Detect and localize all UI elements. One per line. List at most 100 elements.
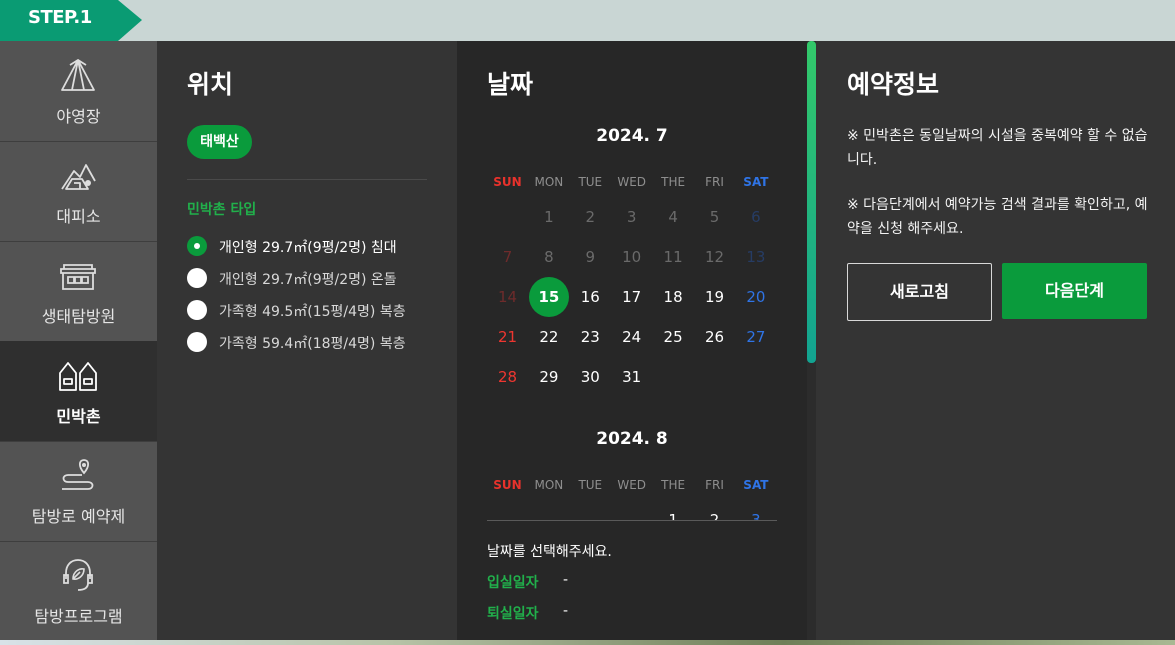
houses-icon: [59, 362, 97, 391]
info-note-2: ※ 다음단계에서 예약가능 검색 결과를 확인하고, 예약을 신청 해주세요.: [847, 197, 1148, 237]
calendar-day[interactable]: 25: [653, 317, 694, 357]
calendar-day[interactable]: 22: [528, 317, 569, 357]
calendar-day: 8: [544, 248, 554, 266]
room-type-label: 개인형 29.7㎡(9평/2명) 침대: [219, 240, 397, 256]
calendar-day[interactable]: 2: [694, 500, 735, 520]
calendar-divider: [487, 520, 777, 521]
mountain-shelter-icon: [61, 164, 96, 190]
next-step-button[interactable]: 다음단계: [1002, 263, 1147, 319]
type-label: 민박촌 타입: [187, 202, 257, 218]
calendar-august-clip: 123: [487, 500, 777, 520]
calendar-day[interactable]: 24: [611, 317, 652, 357]
sidebar-item-shelter[interactable]: 대피소: [0, 141, 157, 242]
checkin-value: -: [563, 572, 569, 588]
radio-button[interactable]: [187, 236, 207, 256]
month-title: 2024. 7: [596, 126, 668, 146]
sidebar-item-campsite[interactable]: 야영장: [0, 41, 157, 142]
scrollbar-thumb[interactable]: [807, 41, 816, 363]
building-icon: [60, 264, 96, 290]
sidebar-item-label: 탐방로 예약제: [31, 507, 126, 526]
calendar-day: 1: [544, 208, 554, 226]
date-select-message: 날짜를 선택해주세요.: [487, 544, 612, 560]
step-label: STEP.1: [28, 7, 92, 28]
weekday-wed: WED: [617, 175, 647, 189]
weekday-tue: TUE: [578, 175, 603, 189]
calendar-day[interactable]: 21: [487, 317, 528, 357]
calendar-day: 11: [663, 248, 683, 266]
info-title: 예약정보: [847, 70, 940, 99]
calendar-day[interactable]: 28: [487, 357, 528, 397]
calendar-day[interactable]: 3: [735, 500, 776, 520]
calendar-day: 6: [751, 208, 761, 226]
radio-button[interactable]: [187, 332, 207, 352]
weekday-mon: MON: [534, 478, 564, 492]
calendar-day[interactable]: 18: [653, 277, 694, 317]
calendar-day[interactable]: 27: [735, 317, 776, 357]
weekday-fri: FRI: [705, 175, 724, 189]
refresh-button[interactable]: 새로고침: [847, 263, 992, 321]
sidebar-item-label: 생태탐방원: [41, 307, 116, 326]
calendar-day[interactable]: 26: [694, 317, 735, 357]
calendar-day[interactable]: 20: [735, 277, 776, 317]
calendar-day: 4: [668, 208, 678, 226]
calendar-day[interactable]: 1: [653, 500, 694, 520]
calendar-day: 3: [626, 208, 637, 226]
month-title: 2024. 8: [596, 429, 668, 449]
calendar-day: 12: [704, 248, 725, 266]
divider: [187, 179, 427, 180]
date-title: 날짜: [487, 70, 534, 99]
background-strip: [0, 640, 1175, 645]
weekday-sat: SAT: [743, 175, 769, 189]
step-indicator: STEP.1: [0, 0, 142, 41]
info-note-1: ※ 민박촌은 동일날짜의 시설을 중복예약 할 수 없습니다.: [847, 128, 1148, 168]
sidebar-item-label: 야영장: [56, 107, 101, 126]
weekday-wed: WED: [617, 478, 647, 492]
sidebar-item-program[interactable]: 탐방프로그램: [0, 541, 157, 642]
weekday-fri: FRI: [705, 478, 724, 492]
calendar-day: 2: [585, 208, 596, 226]
weekday-sun: SUN: [493, 175, 522, 189]
weekday-the: THE: [661, 478, 686, 492]
sidebar-item-label: 민박촌: [56, 407, 101, 426]
radio-button[interactable]: [187, 300, 207, 320]
weekday-sat: SAT: [743, 478, 769, 492]
calendar-day[interactable]: 17: [611, 277, 652, 317]
calendar-day: 9: [585, 248, 596, 266]
room-type-label: 가족형 59.4㎡(18평/4명) 복층: [219, 336, 406, 352]
sidebar-item-minbakchon[interactable]: 민박촌: [0, 341, 157, 442]
sidebar-item-eco-center[interactable]: 생태탐방원: [0, 241, 157, 342]
calendar-day-today[interactable]: 15: [528, 277, 569, 317]
checkout-label: 퇴실일자: [487, 606, 539, 622]
guide-headset-icon: [63, 559, 93, 591]
calendar-day[interactable]: 23: [570, 317, 611, 357]
calendar-day[interactable]: 16: [570, 277, 611, 317]
category-sidebar: 야영장 대피소 생태탐방원 민박촌 탐방로 예약제 탐방프로그램: [0, 41, 157, 642]
room-type-label: 개인형 29.7㎡(9평/2명) 온돌: [219, 272, 397, 288]
tent-icon: [61, 59, 95, 91]
trail-pin-icon: [62, 459, 94, 490]
sidebar-item-label: 탐방프로그램: [34, 607, 123, 626]
calendar-day[interactable]: 29: [528, 357, 569, 397]
weekday-sun: SUN: [493, 478, 522, 492]
calendar-day: 13: [746, 248, 766, 266]
park-pill[interactable]: 태백산: [187, 125, 252, 159]
checkout-value: -: [563, 603, 569, 619]
calendar-day[interactable]: 30: [570, 357, 611, 397]
location-title: 위치: [187, 70, 234, 99]
weekday-mon: MON: [534, 175, 564, 189]
weekday-the: THE: [661, 175, 686, 189]
sidebar-item-label: 대피소: [56, 207, 101, 226]
checkout-row: 퇴실일자 -: [487, 603, 568, 623]
calendar-day[interactable]: 31: [611, 357, 652, 397]
sidebar-item-trail-reservation[interactable]: 탐방로 예약제: [0, 441, 157, 542]
calendar-day: 7: [502, 248, 513, 266]
calendar-day: 10: [622, 248, 642, 266]
checkin-row: 입실일자 -: [487, 572, 568, 592]
top-bar: [0, 0, 1175, 41]
room-type-label: 가족형 49.5㎡(15평/4명) 복층: [219, 304, 406, 320]
calendar-day: 5: [709, 208, 720, 226]
checkin-label: 입실일자: [487, 575, 539, 591]
calendar-day: 14: [497, 288, 518, 306]
radio-button[interactable]: [187, 268, 207, 288]
calendar-day[interactable]: 19: [694, 277, 735, 317]
